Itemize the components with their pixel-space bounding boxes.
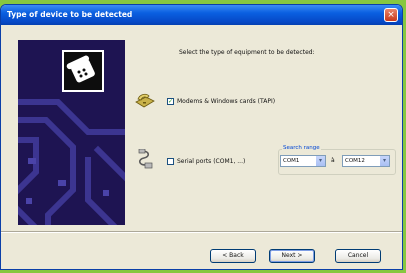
modems-checkbox[interactable]: ✓ — [167, 98, 174, 105]
serial-ports-checkbox[interactable] — [167, 158, 174, 165]
range-to-value: COM12 — [345, 158, 365, 164]
window-title: Type of device to be detected — [7, 10, 133, 19]
modems-option-label: Modems & Windows cards (TAPI) — [177, 98, 276, 105]
search-range-legend: Search range — [282, 145, 321, 151]
button-separator — [1, 231, 402, 233]
instruction-text: Select the type of equipment to be detec… — [179, 49, 315, 56]
cancel-button[interactable]: Cancel — [335, 249, 381, 263]
range-from-select[interactable]: COM1 ▾ — [280, 155, 326, 167]
range-from-value: COM1 — [283, 158, 300, 164]
device-detection-dialog: Type of device to be detected × Select t… — [0, 4, 403, 270]
modem-icon — [135, 93, 155, 108]
range-to-select[interactable]: COM12 ▾ — [342, 155, 390, 167]
search-range-group: Search range COM1 ▾ à COM12 ▾ — [278, 145, 398, 177]
serial-ports-option-label: Serial ports (COM1, ...) — [177, 158, 246, 165]
range-separator: à — [331, 157, 335, 164]
checkmark-icon: ✓ — [168, 98, 174, 105]
chevron-down-icon[interactable]: ▾ — [316, 156, 325, 166]
close-button[interactable]: × — [384, 8, 398, 22]
title-bar[interactable]: Type of device to be detected × — [1, 5, 402, 25]
telephone-icon — [62, 50, 104, 92]
serial-cable-icon — [138, 149, 153, 169]
close-icon: × — [387, 10, 395, 20]
next-button[interactable]: Next > — [269, 249, 315, 263]
wizard-side-image — [18, 40, 125, 225]
chevron-down-icon[interactable]: ▾ — [380, 156, 389, 166]
back-button[interactable]: < Back — [210, 249, 256, 263]
